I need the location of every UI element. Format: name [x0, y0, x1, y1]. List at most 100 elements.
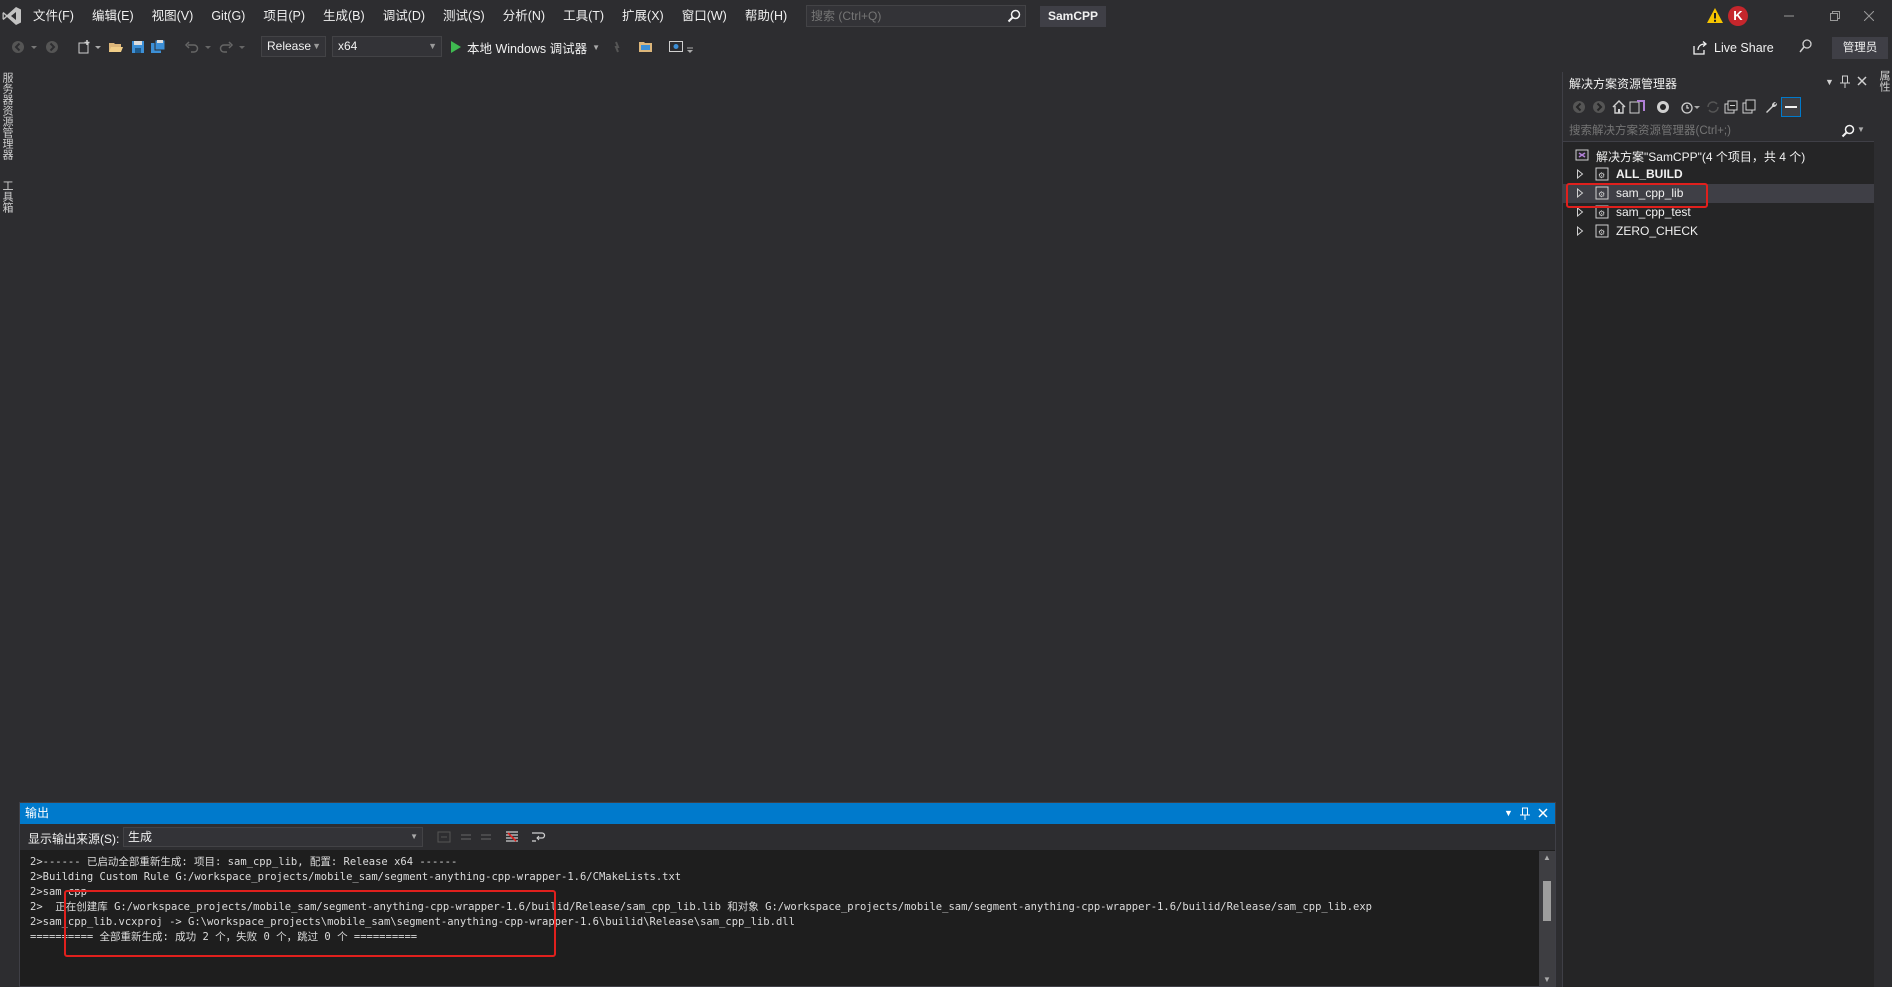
menu-project[interactable]: 项目(P) — [254, 0, 314, 32]
undo-icon[interactable] — [184, 39, 200, 55]
chevron-down-icon[interactable] — [30, 39, 38, 55]
close-window-button[interactable] — [1846, 0, 1892, 32]
menu-window[interactable]: 窗口(W) — [673, 0, 736, 32]
platform-dropdown[interactable]: x64 ▼ — [332, 36, 442, 57]
visual-studio-logo-icon[interactable] — [2, 6, 22, 26]
git-changes-icon[interactable] — [1655, 99, 1671, 115]
switch-views-icon[interactable] — [1629, 99, 1645, 115]
play-icon — [451, 41, 461, 53]
window-position-dropdown-icon[interactable]: ▼ — [1504, 803, 1513, 824]
solution-search-input[interactable] — [1563, 120, 1833, 142]
menu-extensions[interactable]: 扩展(X) — [613, 0, 673, 32]
scrollbar-thumb[interactable] — [1543, 881, 1551, 921]
output-source-label: 显示输出来源(S): — [28, 832, 120, 846]
open-folder-icon[interactable] — [108, 39, 124, 55]
solution-search-box[interactable]: ▼ — [1563, 120, 1874, 142]
back-icon[interactable] — [1571, 99, 1587, 115]
clear-all-icon[interactable] — [504, 829, 520, 845]
left-tool-strip: 服务器资源管理器 工具箱 — [0, 62, 14, 987]
menu-tools[interactable]: 工具(T) — [554, 0, 613, 32]
feedback-icon[interactable] — [1798, 38, 1814, 54]
output-source-value: 生成 — [128, 830, 153, 844]
collapse-all-icon[interactable] — [1723, 99, 1739, 115]
log-line: 2>------ 已启动全部重新生成: 项目: sam_cpp_lib, 配置:… — [30, 856, 458, 868]
tree-item-project[interactable]: ⚙ ZERO_CHECK — [1563, 222, 1874, 241]
save-all-icon[interactable] — [150, 39, 166, 55]
expand-arrow-icon[interactable] — [1575, 169, 1585, 179]
search-icon[interactable] — [1007, 9, 1021, 23]
title-bar: 文件(F) 编辑(E) 视图(V) Git(G) 项目(P) 生成(B) 调试(… — [0, 0, 1892, 32]
solution-explorer-title-bar: 解决方案资源管理器 ▼ — [1563, 72, 1874, 94]
cpp-project-icon: ⚙ — [1595, 167, 1609, 181]
administrator-badge[interactable]: 管理员 — [1832, 37, 1888, 59]
tab-toolbox[interactable]: 工具箱 — [1, 180, 13, 213]
solution-root-label: 解决方案"SamCPP"(4 个项目，共 4 个) — [1596, 150, 1806, 164]
chevron-down-icon[interactable]: ▼ — [592, 43, 600, 52]
search-icon[interactable] — [1841, 124, 1855, 138]
chevron-down-icon[interactable] — [204, 39, 212, 55]
close-panel-icon[interactable] — [1857, 76, 1867, 86]
chevron-down-icon: ▼ — [312, 41, 321, 51]
navigate-back-icon[interactable] — [10, 39, 26, 55]
chevron-down-icon[interactable] — [1693, 99, 1701, 115]
menu-git[interactable]: Git(G) — [202, 0, 254, 32]
live-share-button[interactable]: Live Share — [1692, 38, 1774, 58]
menu-view[interactable]: 视图(V) — [143, 0, 203, 32]
menu-debug[interactable]: 调试(D) — [374, 0, 434, 32]
output-toolbar: 显示输出来源(S): 生成 ▼ — [20, 824, 1555, 850]
warning-icon[interactable] — [1706, 7, 1724, 24]
navigate-forward-icon[interactable] — [44, 39, 60, 55]
menu-help[interactable]: 帮助(H) — [736, 0, 796, 32]
project-label: ZERO_CHECK — [1616, 224, 1699, 238]
expand-arrow-icon[interactable] — [1575, 207, 1585, 217]
pin-icon[interactable] — [1520, 807, 1530, 821]
next-message-icon[interactable] — [478, 829, 494, 845]
redo-icon[interactable] — [218, 39, 234, 55]
menu-build[interactable]: 生成(B) — [314, 0, 374, 32]
properties-wrench-icon[interactable] — [1763, 99, 1779, 115]
sync-with-active-document-icon[interactable] — [1705, 99, 1721, 115]
user-avatar[interactable]: K — [1728, 6, 1748, 26]
menu-test[interactable]: 测试(S) — [434, 0, 494, 32]
scroll-down-icon[interactable]: ▼ — [1543, 975, 1551, 984]
tree-root-solution[interactable]: 解决方案"SamCPP"(4 个项目，共 4 个) — [1563, 146, 1874, 165]
previous-message-icon[interactable] — [458, 829, 474, 845]
preview-selected-items-icon[interactable] — [1781, 97, 1801, 117]
tab-server-explorer[interactable]: 服务器资源管理器 — [1, 72, 13, 160]
chevron-down-icon[interactable] — [238, 39, 246, 55]
configuration-dropdown[interactable]: Release ▼ — [261, 36, 326, 57]
output-source-dropdown[interactable]: 生成 ▼ — [123, 827, 423, 847]
global-search-box[interactable] — [806, 5, 1026, 27]
menu-file[interactable]: 文件(F) — [24, 0, 83, 32]
minimize-button[interactable] — [1766, 0, 1812, 32]
chevron-down-icon: ▼ — [410, 832, 418, 841]
expand-arrow-icon[interactable] — [1575, 226, 1585, 236]
editor-area — [18, 62, 1558, 802]
menu-analyze[interactable]: 分析(N) — [494, 0, 554, 32]
forward-icon[interactable] — [1591, 99, 1607, 115]
menu-edit[interactable]: 编辑(E) — [83, 0, 143, 32]
chevron-down-icon[interactable] — [94, 39, 102, 55]
screenshot-tool-icon[interactable] — [668, 39, 684, 55]
toggle-word-wrap-icon[interactable] — [530, 829, 546, 845]
new-project-icon[interactable] — [76, 39, 92, 55]
window-position-dropdown-icon[interactable]: ▼ — [1825, 77, 1834, 87]
tree-item-project[interactable]: ⚙ ALL_BUILD — [1563, 165, 1874, 184]
output-scrollbar[interactable]: ▲ ▼ — [1539, 851, 1555, 986]
go-to-error-icon[interactable] — [436, 829, 452, 845]
toolbar-overflow-icon[interactable] — [686, 39, 694, 55]
hot-reload-icon[interactable] — [610, 39, 626, 55]
scroll-up-icon[interactable]: ▲ — [1543, 853, 1551, 862]
start-debugger-button[interactable]: 本地 Windows 调试器 ▼ — [450, 36, 600, 58]
pin-icon[interactable] — [1840, 75, 1850, 89]
home-icon[interactable] — [1611, 99, 1627, 115]
annotation-highlight-box — [64, 890, 556, 957]
close-panel-icon[interactable] — [1538, 808, 1548, 818]
save-icon[interactable] — [130, 39, 146, 55]
browse-folder-icon[interactable] — [638, 39, 654, 55]
show-all-files-icon[interactable] — [1741, 99, 1757, 115]
chevron-down-icon[interactable]: ▼ — [1857, 125, 1865, 134]
global-search-input[interactable] — [807, 6, 997, 26]
solution-explorer-panel: 解决方案资源管理器 ▼ ▼ 解决方案"SamCP — [1562, 72, 1874, 987]
tab-properties[interactable]: 属性 — [1878, 70, 1890, 92]
